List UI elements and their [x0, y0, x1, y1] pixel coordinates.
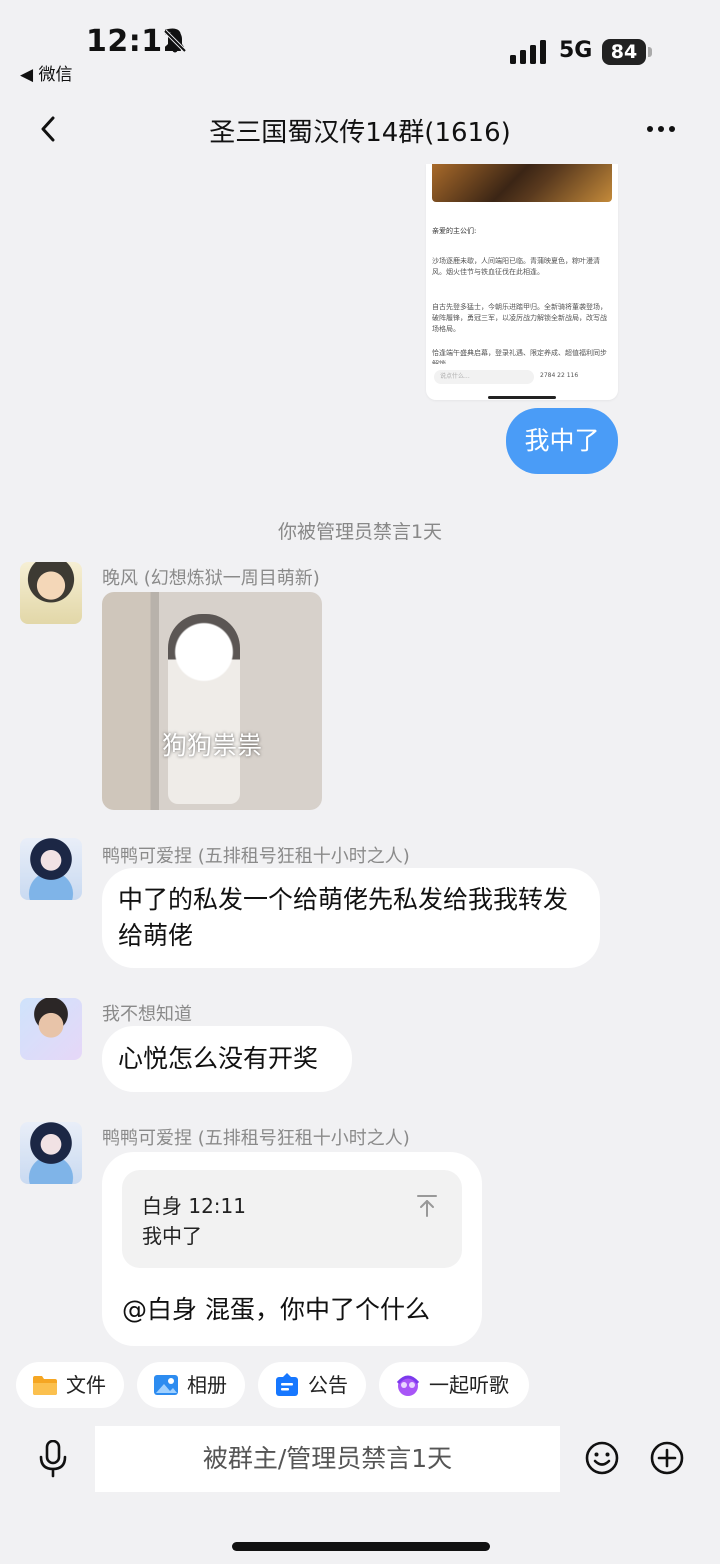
screenshot-input: 说点什么... — [434, 370, 534, 384]
screenshot-stats: 2784 22 116 — [540, 372, 579, 379]
system-notice: 你被管理员禁言1天 — [277, 521, 443, 543]
message-bubble[interactable]: 中了的私发一个给萌佬先私发给我我转发给萌佬 — [102, 868, 600, 968]
sender-name: 我不想知道 — [102, 1004, 192, 1025]
sticker-caption: 狗狗祟祟 — [161, 731, 262, 760]
sender-name: 鸭鸭可爱捏 (五排租号狂租十小时之人) — [102, 846, 410, 867]
jump-to-original-icon[interactable] — [416, 1194, 438, 1218]
network-type: 5G — [559, 38, 593, 63]
reply-text: @白身 混蛋，你中了个什么 — [122, 1295, 430, 1324]
screenshot-paragraph: 自古先登多猛士，今朝乐进踏甲归。全新骑将董袭登场，破阵履锋，勇冠三军，以凌厉战力… — [432, 303, 607, 333]
screenshot-greeting: 亲爱的主公们: — [432, 227, 477, 235]
avatar[interactable] — [20, 998, 82, 1060]
shortcut-bar: 文件 相册 公告 一起听歌 — [0, 1350, 720, 1424]
sender-name: 鸭鸭可爱捏 (五排租号狂租十小时之人) — [102, 1128, 410, 1149]
screenshot-home-indicator — [488, 396, 556, 399]
my-message-bubble[interactable]: 我中了 — [506, 408, 618, 474]
folder-icon — [33, 1376, 57, 1395]
listen-together-button[interactable]: 一起听歌 — [379, 1362, 529, 1408]
nav-bar: 圣三国蜀汉传14群(1616) — [0, 96, 720, 164]
quote-author-time: 白身 12:11 — [142, 1194, 246, 1218]
avatar[interactable] — [20, 562, 82, 624]
back-to-app-link[interactable]: ◀ 微信 — [20, 60, 72, 85]
file-label: 文件 — [66, 1373, 106, 1397]
announcement-button[interactable]: 公告 — [258, 1362, 366, 1408]
file-button[interactable]: 文件 — [16, 1362, 124, 1408]
dog-illustration — [168, 614, 240, 804]
plus-icon[interactable] — [650, 1441, 684, 1475]
avatar[interactable] — [20, 1122, 82, 1184]
more-icon[interactable] — [646, 124, 676, 134]
chat-title: 圣三国蜀汉传14群(1616) — [209, 118, 511, 148]
status-bar: 12:12 ◀ 微信 5G 84 — [0, 0, 720, 96]
home-indicator — [232, 1542, 490, 1551]
input-bar: 被群主/管理员禁言1天 — [0, 1424, 720, 1564]
avatar[interactable] — [20, 838, 82, 900]
quote-text: 我中了 — [142, 1224, 202, 1248]
sender-name: 晚风 (幻想炼狱一周目萌新) — [102, 568, 320, 589]
listen-together-label: 一起听歌 — [429, 1373, 509, 1397]
screenshot-banner — [432, 164, 612, 202]
emoji-icon[interactable] — [585, 1441, 619, 1475]
battery-level: 84 — [602, 39, 646, 65]
shared-screenshot-image[interactable]: 亲爱的主公们: 沙场逐鹿未歇，人间端阳已临。青蒲映夏色，粽叶漫清风。烟火佳节与铁… — [426, 164, 618, 400]
photo-album-icon — [154, 1375, 178, 1395]
screenshot-paragraph: 沙场逐鹿未歇，人间端阳已临。青蒲映夏色，粽叶漫清风。烟火佳节与铁血征伐在此相逢。 — [432, 257, 600, 276]
album-button[interactable]: 相册 — [137, 1362, 245, 1408]
reply-message-bubble[interactable]: 白身 12:11 我中了 @白身 混蛋，你中了个什么 — [102, 1152, 482, 1346]
signal-icon — [510, 40, 546, 64]
battery-icon: 84 — [602, 39, 652, 65]
chat-area[interactable]: 亲爱的主公们: 沙场逐鹿未歇，人间端阳已临。青蒲映夏色，粽叶漫清风。烟火佳节与铁… — [0, 164, 720, 1350]
announcement-label: 公告 — [308, 1373, 348, 1397]
sticker-image[interactable]: 狗狗祟祟 — [102, 592, 322, 810]
album-label: 相册 — [187, 1373, 227, 1397]
music-icon — [396, 1375, 420, 1396]
message-input[interactable]: 被群主/管理员禁言1天 — [95, 1426, 560, 1492]
microphone-icon[interactable] — [38, 1440, 68, 1478]
message-bubble[interactable]: 心悦怎么没有开奖 — [102, 1026, 352, 1092]
announcement-icon — [276, 1373, 298, 1396]
quoted-message[interactable]: 白身 12:11 我中了 — [122, 1170, 462, 1268]
bell-muted-icon — [163, 29, 187, 53]
